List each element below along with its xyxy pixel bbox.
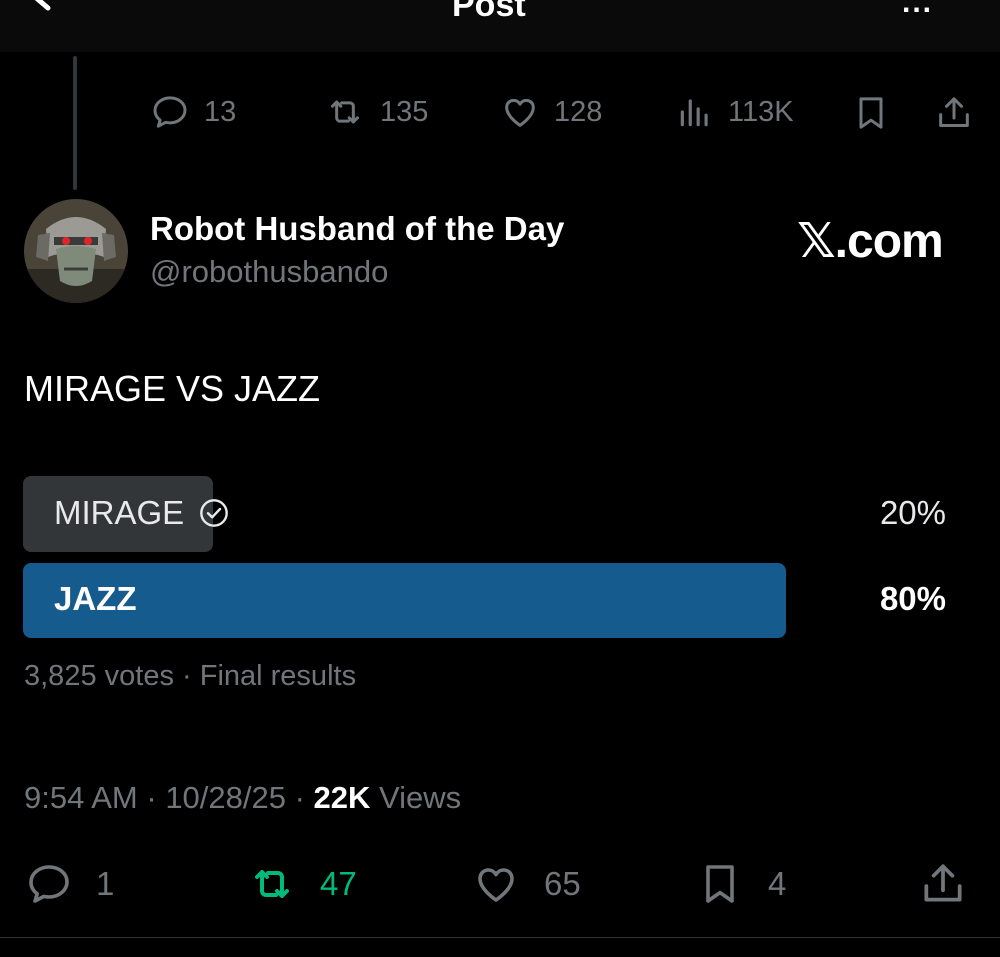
separator: ·: [285, 780, 314, 815]
repost-button[interactable]: 135: [324, 92, 428, 132]
avatar[interactable]: [24, 199, 128, 303]
post-timestamp: 9:54 AM · 10/28/25 · 22K Views: [24, 780, 461, 816]
post-bookmark-button[interactable]: 4: [696, 858, 786, 910]
poll-option-label: MIRAGE: [54, 494, 185, 531]
repost-icon: [255, 870, 289, 898]
post-text: MIRAGE VS JAZZ: [24, 368, 321, 409]
poll-percent-mirage: 20%: [879, 494, 946, 531]
views-count: 113K: [728, 95, 794, 128]
views-button[interactable]: 113K: [676, 92, 794, 132]
separator: ·: [173, 660, 200, 692]
repost-icon: [331, 100, 359, 124]
bookmark-button[interactable]: [851, 92, 891, 134]
post-repost-button[interactable]: 47: [244, 860, 357, 908]
poll-percent-jazz: 80%: [879, 580, 946, 617]
poll-option-mirage: MIRAGE: [54, 494, 230, 532]
post-date: 10/28/25: [165, 780, 286, 815]
reply-count: 13: [204, 95, 237, 128]
share-icon: [924, 864, 962, 902]
repost-count: 135: [380, 95, 429, 128]
divider: [0, 937, 1000, 938]
share-button[interactable]: [934, 92, 974, 134]
avatar-image: [24, 199, 128, 303]
post-repost-count: 47: [320, 865, 357, 902]
bookmark-icon: [706, 865, 734, 903]
poll-bar-jazz: [23, 563, 786, 638]
reply-icon: [153, 96, 187, 128]
back-arrow-icon[interactable]: [28, 0, 78, 20]
bookmark-icon: [859, 97, 883, 129]
like-count: 128: [554, 95, 603, 128]
analytics-icon: [680, 99, 708, 127]
view-count[interactable]: 22K: [314, 780, 371, 815]
separator: ·: [137, 780, 166, 815]
post-reply-count: 1: [96, 865, 115, 902]
views-label: Views: [379, 780, 462, 815]
like-button[interactable]: 128: [500, 92, 602, 132]
heart-icon: [478, 868, 514, 902]
post-reply-button[interactable]: 1: [24, 860, 114, 908]
reply-button[interactable]: 13: [150, 92, 236, 132]
post-time: 9:54 AM: [24, 780, 138, 815]
post-like-button[interactable]: 65: [470, 860, 581, 908]
page-title: Post: [452, 0, 526, 24]
post-share-button[interactable]: [918, 858, 968, 910]
thread-line: [73, 56, 77, 190]
reply-icon: [29, 865, 69, 903]
share-icon: [939, 97, 969, 127]
poll-votes: 3,825 votes: [24, 660, 174, 692]
check-circle-icon: [200, 499, 229, 527]
post-bookmark-count: 4: [768, 865, 787, 902]
heart-icon: [505, 98, 535, 127]
more-options-icon[interactable]: ...: [902, 0, 933, 20]
poll-meta: 3,825 votes · Final results: [24, 660, 356, 693]
author-name[interactable]: Robot Husband of the Day: [150, 210, 564, 248]
poll-status: Final results: [199, 660, 357, 692]
post-like-count: 65: [544, 865, 581, 902]
poll-option-jazz: JAZZ: [54, 580, 137, 617]
author-handle[interactable]: @robothusbando: [150, 254, 388, 290]
x-logo: 𝕏.com: [797, 215, 944, 268]
